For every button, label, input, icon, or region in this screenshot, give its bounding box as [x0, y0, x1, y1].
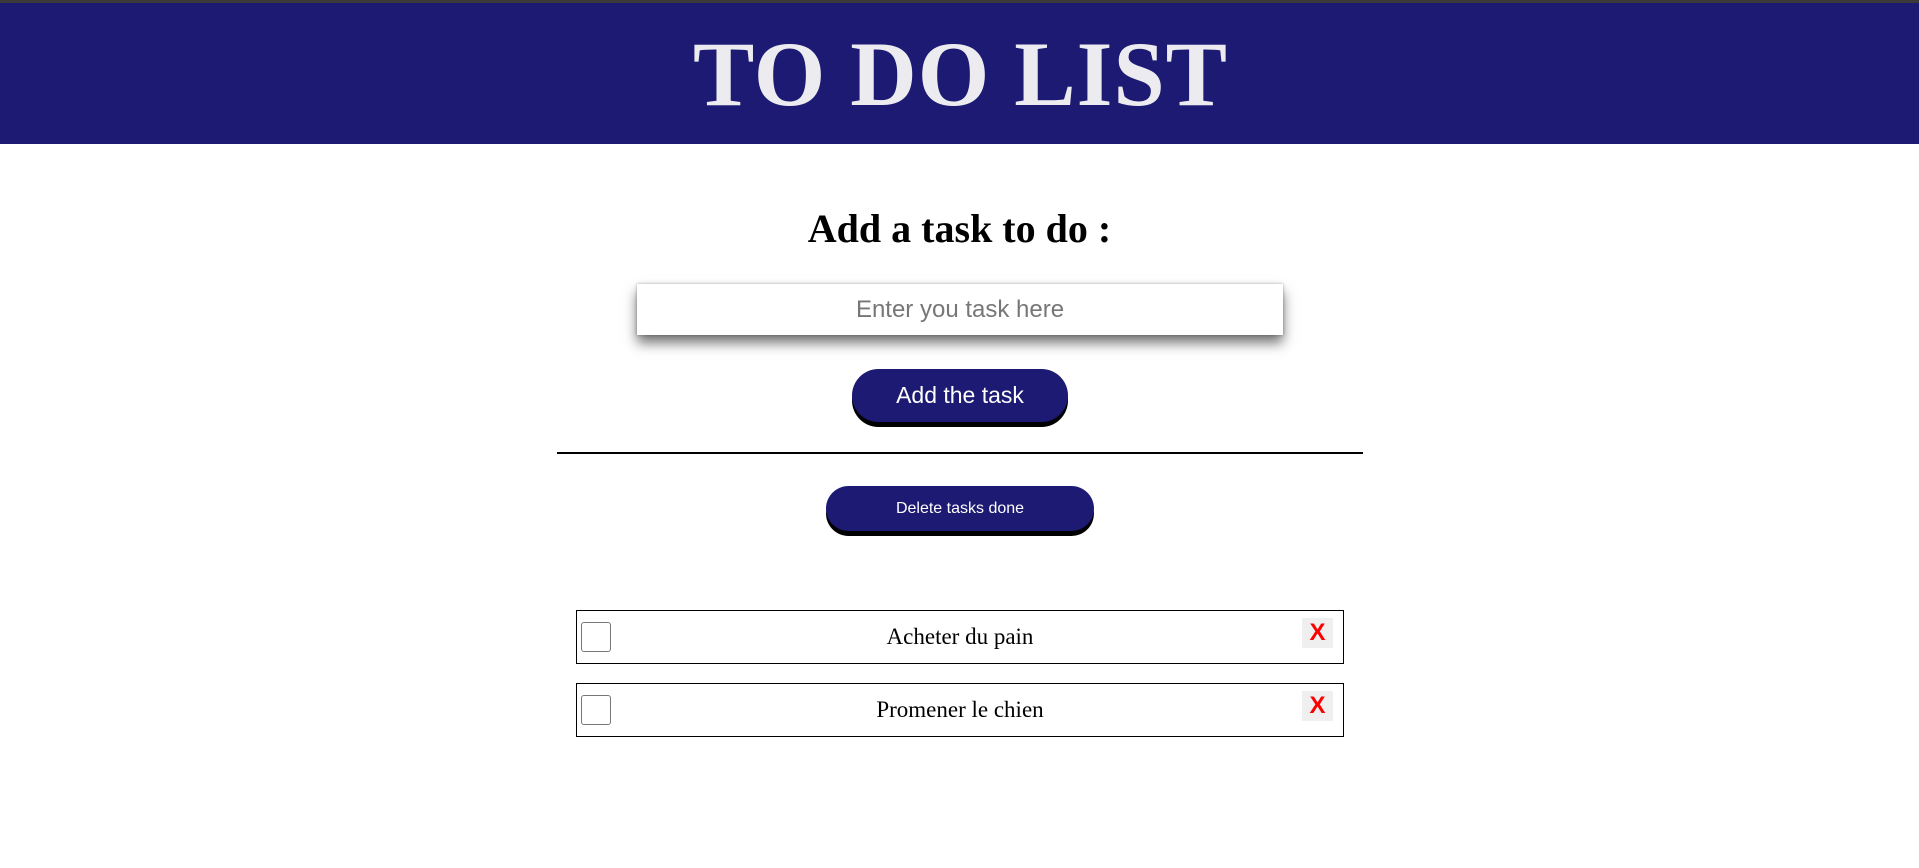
task-checkbox[interactable] — [581, 695, 611, 725]
add-task-button[interactable]: Add the task — [852, 369, 1068, 422]
task-checkbox[interactable] — [581, 622, 611, 652]
add-task-heading: Add a task to do : — [807, 206, 1112, 251]
delete-done-button[interactable]: Delete tasks done — [826, 486, 1094, 531]
delete-task-button[interactable]: X — [1302, 618, 1333, 648]
task-item: Promener le chien X — [576, 683, 1344, 737]
task-text: Acheter du pain — [886, 624, 1034, 649]
page-title: TO DO LIST — [693, 22, 1228, 125]
delete-task-button[interactable]: X — [1302, 691, 1333, 721]
task-item: Acheter du pain X — [576, 610, 1344, 664]
task-list: Acheter du pain X Promener le chien X — [576, 610, 1344, 756]
app-header: TO DO LIST — [0, 3, 1919, 144]
task-input[interactable] — [637, 284, 1283, 335]
task-text: Promener le chien — [876, 697, 1044, 722]
divider — [557, 452, 1363, 454]
